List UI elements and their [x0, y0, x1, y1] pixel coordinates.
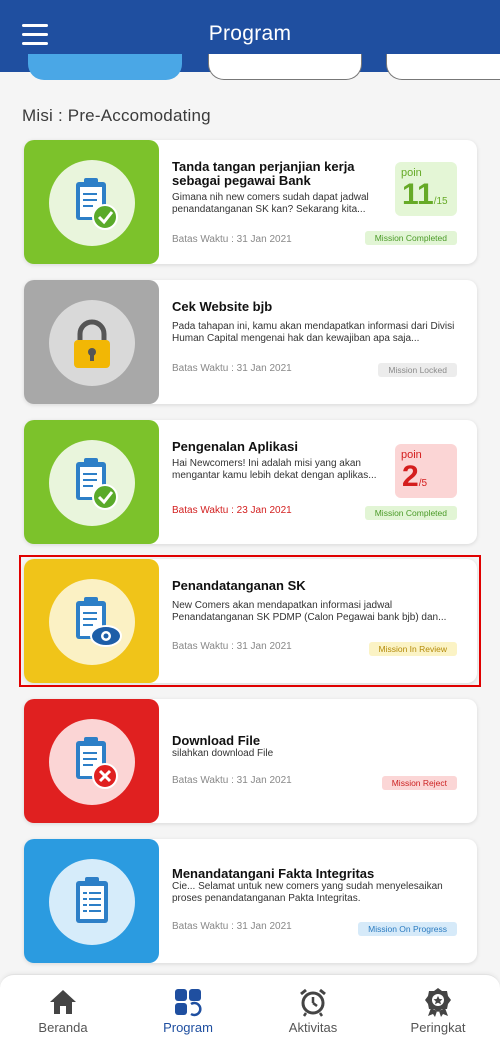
mission-title: Penandatanganan SK: [172, 578, 306, 593]
home-icon: [50, 990, 76, 1014]
page-title: Program: [208, 22, 292, 45]
mission-title: Download File: [172, 733, 261, 748]
alarm-clock-icon: [300, 988, 326, 1017]
status-badge: Mission Completed: [364, 506, 457, 520]
filter-tabs: [0, 54, 500, 84]
mission-description: Pada tahapan ini, kamu akan mendapatkan …: [172, 321, 455, 344]
bottom-navigation: Beranda Program Aktivitas Peringkat: [0, 974, 500, 1046]
mission-tile: [24, 140, 159, 264]
poin-max: /5: [418, 478, 428, 489]
mission-deadline: Batas Waktu : 31 Jan 2021: [172, 641, 292, 652]
mission-tile: [24, 280, 159, 404]
mission-card-fakta-integritas[interactable]: Menandatangani Fakta Integritas Cie... S…: [24, 839, 477, 963]
poin-badge: poin 11/15: [395, 162, 457, 216]
status-badge: Mission Completed: [364, 231, 457, 245]
padlock-icon: [49, 300, 135, 386]
mission-title: Cek Website bjb: [172, 299, 273, 314]
mission-title: Menandatangani Fakta Integritas: [172, 866, 375, 881]
mission-description: Cie... Selamat untuk new comers yang sud…: [172, 881, 443, 904]
mission-tile: [24, 420, 159, 544]
nav-beranda[interactable]: Beranda: [8, 987, 118, 1035]
mission-title: Tanda tangan perjanjian kerja sebagai pe…: [172, 159, 355, 188]
mission-tile: [24, 839, 159, 963]
status-badge: Mission In Review: [368, 642, 457, 656]
nav-label: Beranda: [38, 1020, 88, 1035]
mission-tile: [24, 699, 159, 823]
poin-score: 11: [402, 178, 434, 211]
nav-label: Program: [163, 1020, 213, 1035]
mission-card-cek-website[interactable]: Cek Website bjb Pada tahapan ini, kamu a…: [24, 280, 477, 404]
poin-badge: poin 2/5: [395, 444, 457, 498]
medal-icon: [425, 988, 451, 1017]
clipboard-eye-icon: [49, 579, 135, 665]
filter-tab[interactable]: [386, 54, 500, 80]
poin-value: 2/5: [402, 461, 427, 500]
mission-deadline: Batas Waktu : 31 Jan 2021: [172, 234, 292, 245]
mission-description: Hai Newcomers! Ini adalah misi yang akan…: [172, 458, 377, 481]
poin-value: 11/15: [402, 179, 448, 218]
mission-description: Gimana nih new comers sudah dapat jadwal…: [172, 192, 369, 215]
nav-aktivitas[interactable]: Aktivitas: [258, 987, 368, 1035]
poin-max: /15: [433, 196, 448, 207]
mission-deadline: Batas Waktu : 31 Jan 2021: [172, 775, 292, 786]
mission-description: New Comers akan mendapatkan informasi ja…: [172, 600, 447, 623]
mission-tile: [24, 559, 159, 683]
mission-deadline: Batas Waktu : 31 Jan 2021: [172, 363, 292, 374]
filter-tab-active[interactable]: [28, 54, 182, 80]
mission-card-penandatanganan-sk[interactable]: Penandatanganan SK New Comers akan menda…: [24, 559, 477, 683]
nav-peringkat[interactable]: Peringkat: [383, 987, 493, 1035]
mission-card-download-file[interactable]: Download File silahkan download File Bat…: [24, 699, 477, 823]
mission-card-pengenalan-aplikasi[interactable]: Pengenalan Aplikasi Hai Newcomers! Ini a…: [24, 420, 477, 544]
clipboard-x-icon: [49, 719, 135, 805]
mission-deadline: Batas Waktu : 31 Jan 2021: [172, 921, 292, 932]
mission-card-tanda-tangan[interactable]: Tanda tangan perjanjian kerja sebagai pe…: [24, 140, 477, 264]
mission-deadline: Batas Waktu : 23 Jan 2021: [172, 505, 292, 516]
nav-program[interactable]: Program: [133, 987, 243, 1035]
nav-label: Aktivitas: [288, 1020, 338, 1035]
clipboard-icon: [49, 859, 135, 945]
poin-score: 2: [402, 460, 419, 493]
mission-description: silahkan download File: [172, 748, 274, 759]
clipboard-check-icon: [49, 160, 135, 246]
clipboard-check-icon: [49, 440, 135, 526]
status-badge: Mission On Progress: [358, 922, 457, 936]
status-badge: Mission Reject: [381, 776, 457, 790]
program-icon: [175, 989, 202, 1017]
filter-tab[interactable]: [208, 54, 362, 80]
status-badge: Mission Locked: [378, 363, 457, 377]
mission-title: Pengenalan Aplikasi: [172, 439, 298, 454]
section-title: Misi : Pre-Accomodating: [22, 106, 211, 125]
nav-label: Peringkat: [410, 1020, 466, 1035]
